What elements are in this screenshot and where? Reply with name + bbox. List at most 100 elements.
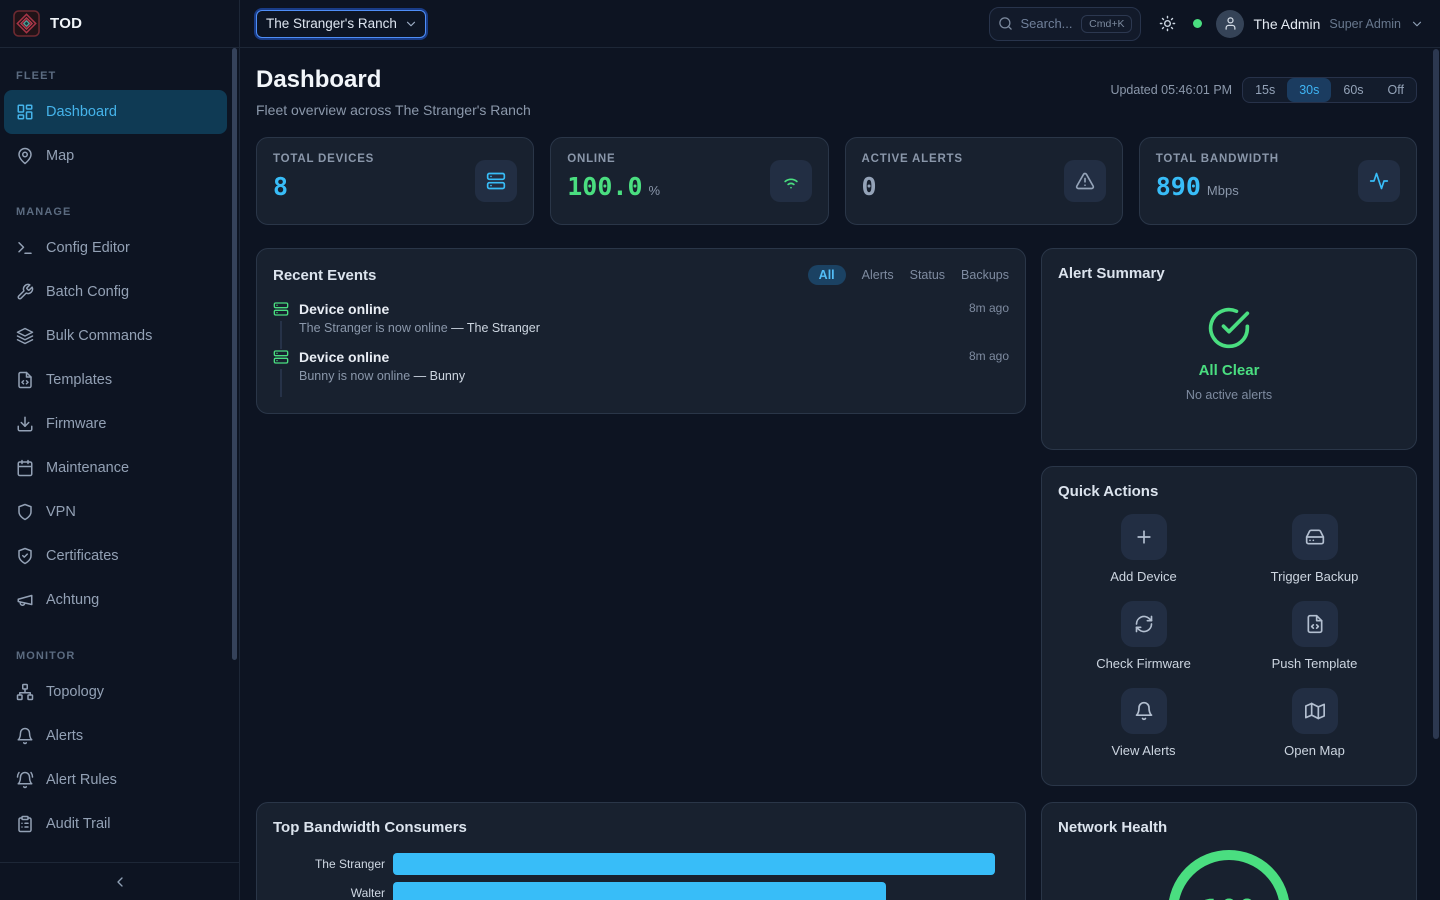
alert-summary-body: All Clear No active alerts <box>1058 306 1400 402</box>
recent-events-header: Recent Events AllAlertsStatusBackups <box>273 265 1009 285</box>
sidebar-item-topology[interactable]: Topology <box>4 670 227 714</box>
sidebar-item-alerts[interactable]: Alerts <box>4 714 227 758</box>
quick-action-open-map[interactable]: Open Map <box>1229 688 1400 758</box>
sidebar-item-vpn[interactable]: VPN <box>4 490 227 534</box>
event-time: 8m ago <box>969 349 1009 365</box>
site-selector[interactable]: The Stranger's Ranch <box>256 10 426 38</box>
quick-actions-title: Quick Actions <box>1058 483 1400 500</box>
quick-action-label: Trigger Backup <box>1271 569 1359 584</box>
sidebar-section-label: MANAGE <box>0 198 239 226</box>
bar-fill[interactable] <box>393 853 995 875</box>
chevron-left-icon <box>112 874 128 890</box>
event-body: Device online8m agoThe Stranger is now o… <box>299 301 1009 349</box>
alert-summary-status: All Clear <box>1199 362 1260 379</box>
sidebar-item-batch-config[interactable]: Batch Config <box>4 270 227 314</box>
refresh-option-15s[interactable]: 15s <box>1243 78 1287 102</box>
terminal-icon <box>16 239 34 257</box>
sidebar-scrollbar[interactable] <box>232 48 237 660</box>
map-pin-icon <box>16 147 34 165</box>
app-root: TOD FLEETDashboardMapMANAGEConfig Editor… <box>0 0 1440 900</box>
search-input[interactable]: Search... Cmd+K <box>989 7 1141 41</box>
bandwidth-chart-card: Top Bandwidth Consumers The StrangerWalt… <box>256 802 1026 900</box>
event-title: Device online <box>299 301 389 317</box>
network-health-title: Network Health <box>1058 819 1400 836</box>
events-list: Device online8m agoThe Stranger is now o… <box>273 301 1009 397</box>
refresh-option-off[interactable]: Off <box>1376 78 1416 102</box>
stat-icon-tile <box>1358 160 1400 202</box>
quick-action-label: View Alerts <box>1111 743 1175 758</box>
alert-triangle-icon <box>1075 171 1095 191</box>
megaphone-icon <box>16 591 34 609</box>
sidebar-item-label: Map <box>46 148 74 164</box>
bar-fill[interactable] <box>393 882 886 900</box>
quick-action-check-firmware[interactable]: Check Firmware <box>1058 601 1229 671</box>
timeline-line <box>280 369 282 397</box>
refresh-controls: Updated 05:46:01 PM 15s30s60sOff <box>1110 77 1417 103</box>
sidebar-item-bulk-commands[interactable]: Bulk Commands <box>4 314 227 358</box>
bar-label: Walter <box>273 886 385 900</box>
sidebar-item-label: Certificates <box>46 548 119 564</box>
quick-action-tile <box>1292 688 1338 734</box>
page-title: Dashboard <box>256 66 531 94</box>
bell-icon <box>16 727 34 745</box>
quick-action-tile <box>1121 514 1167 560</box>
quick-action-tile <box>1121 688 1167 734</box>
updated-timestamp: Updated 05:46:01 PM <box>1110 83 1232 97</box>
sidebar-collapse-button[interactable] <box>0 862 239 900</box>
refresh-interval-segmented: 15s30s60sOff <box>1242 77 1417 103</box>
avatar <box>1216 10 1244 38</box>
quick-action-label: Open Map <box>1284 743 1345 758</box>
sidebar-section-label: MONITOR <box>0 642 239 670</box>
sidebar-section-monitor: MONITOR Topology AlertsAlert Rules Audit Tr… <box>0 642 239 862</box>
sidebar-item-label: Templates <box>46 372 112 388</box>
sidebar-item-label: Achtung <box>46 592 99 608</box>
event-row[interactable]: Device online8m agoBunny is now online —… <box>273 349 1009 397</box>
quick-action-view-alerts[interactable]: View Alerts <box>1058 688 1229 758</box>
user-role: Super Admin <box>1329 17 1401 31</box>
sidebar-item-firmware[interactable]: Firmware <box>4 402 227 446</box>
quick-action-push-template[interactable]: Push Template <box>1229 601 1400 671</box>
event-filter-all[interactable]: All <box>808 265 846 285</box>
theme-toggle-button[interactable] <box>1155 12 1179 36</box>
page-head: Dashboard Fleet overview across The Stra… <box>256 66 1417 118</box>
sidebar-item-maintenance[interactable]: Maintenance <box>4 446 227 490</box>
sidebar-item-map[interactable]: Map <box>4 134 227 178</box>
stat-icon-tile <box>770 160 812 202</box>
sidebar-item-audit-trail[interactable]: Audit Trail <box>4 802 227 846</box>
network-health-gauge: 100 <box>1168 850 1290 900</box>
quick-action-tile <box>1292 514 1338 560</box>
timeline-line <box>280 321 282 349</box>
sidebar-item-config-editor[interactable]: Config Editor <box>4 226 227 270</box>
quick-actions-grid: Add Device Trigger Backup Check FirmwarePu… <box>1058 514 1400 758</box>
refresh-option-60s[interactable]: 60s <box>1331 78 1375 102</box>
download-icon <box>16 415 34 433</box>
server-icon <box>273 349 289 365</box>
refresh-option-30s[interactable]: 30s <box>1287 78 1331 102</box>
bandwidth-chart-title: Top Bandwidth Consumers <box>273 819 1009 836</box>
sidebar-item-label: Topology <box>46 684 104 700</box>
stat-card-total-bandwidth: TOTAL BANDWIDTH890Mbps <box>1139 137 1417 225</box>
sidebar-item-label: Audit Trail <box>46 816 110 832</box>
topology-icon <box>16 683 34 701</box>
event-body: Device online8m agoBunny is now online —… <box>299 349 1009 397</box>
event-filter-alerts[interactable]: Alerts <box>862 268 894 282</box>
sidebar-item-dashboard[interactable]: Dashboard <box>4 90 227 134</box>
content-scrollbar[interactable] <box>1433 49 1439 739</box>
sidebar-item-achtung[interactable]: Achtung <box>4 578 227 622</box>
sidebar-item-templates[interactable]: Templates <box>4 358 227 402</box>
sidebar-item-alert-rules[interactable]: Alert Rules <box>4 758 227 802</box>
event-row[interactable]: Device online8m agoThe Stranger is now o… <box>273 301 1009 349</box>
sidebar-item-certificates[interactable]: Certificates <box>4 534 227 578</box>
user-menu[interactable]: The Admin Super Admin <box>1216 10 1424 38</box>
bar-track <box>393 853 1009 875</box>
layers-icon <box>16 327 34 345</box>
status-dot <box>1193 19 1202 28</box>
sidebar-item-transparency[interactable]: Transparency <box>4 846 227 862</box>
quick-action-trigger-backup[interactable]: Trigger Backup <box>1229 514 1400 584</box>
chevron-down-icon <box>404 17 418 31</box>
event-filter-backups[interactable]: Backups <box>961 268 1009 282</box>
wifi-icon <box>781 171 801 191</box>
page-subtitle: Fleet overview across The Stranger's Ran… <box>256 102 531 118</box>
event-filter-status[interactable]: Status <box>910 268 945 282</box>
quick-action-add-device[interactable]: Add Device <box>1058 514 1229 584</box>
